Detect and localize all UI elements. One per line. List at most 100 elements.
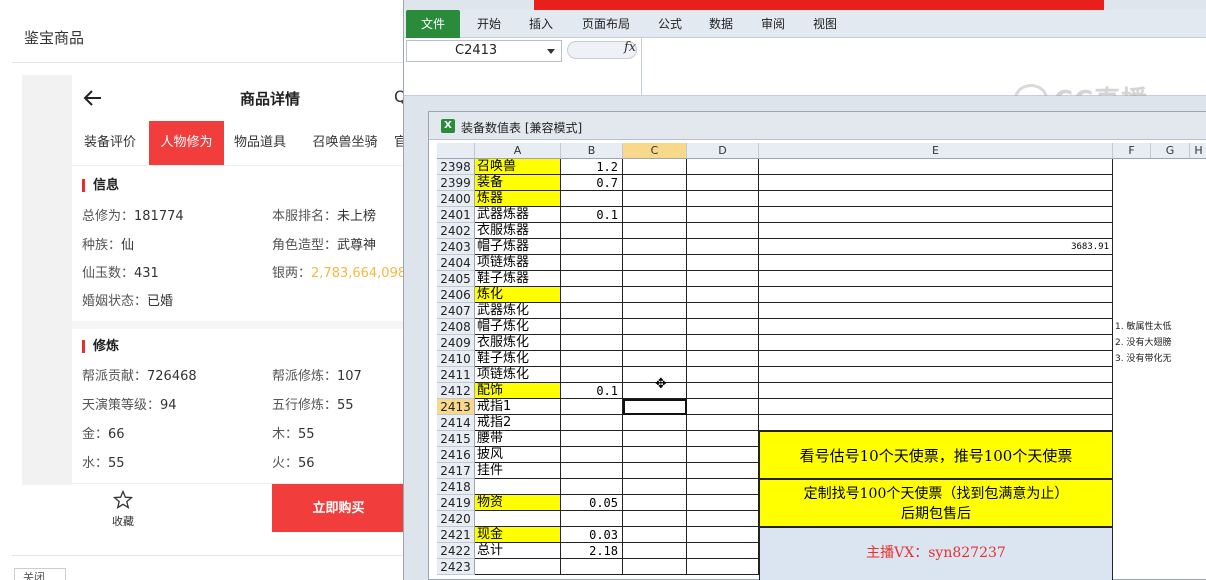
cell-d[interactable] (687, 319, 759, 335)
cell-e[interactable] (759, 287, 1113, 303)
row-header[interactable]: 2407 (437, 303, 475, 319)
column-header-a[interactable]: A (475, 143, 561, 159)
cell-c[interactable] (623, 431, 687, 447)
ribbon-tab-formulas[interactable]: 公式 (658, 10, 682, 38)
cell-c[interactable] (623, 303, 687, 319)
cell-b[interactable] (561, 367, 623, 383)
cell-d[interactable] (687, 255, 759, 271)
fx-icon[interactable]: fx (624, 40, 636, 55)
cell-b[interactable] (561, 223, 623, 239)
cell-b[interactable] (561, 351, 623, 367)
cell-a[interactable]: 召唤兽 (475, 159, 561, 175)
cell-c[interactable] (623, 191, 687, 207)
cell-a[interactable]: 帽子炼化 (475, 319, 561, 335)
cell-a[interactable]: 戒指2 (475, 415, 561, 431)
cell-b[interactable]: 2.18 (561, 543, 623, 559)
cell-a[interactable]: 炼器 (475, 191, 561, 207)
cell-c[interactable] (623, 239, 687, 255)
cell-c[interactable] (623, 271, 687, 287)
cell-e[interactable] (759, 367, 1113, 383)
cell-d[interactable] (687, 335, 759, 351)
cell-d[interactable] (687, 159, 759, 175)
cell-d[interactable] (687, 367, 759, 383)
cell-d[interactable] (687, 223, 759, 239)
cell-a[interactable]: 总计 (475, 543, 561, 559)
cell-a[interactable]: 腰带 (475, 431, 561, 447)
name-box[interactable]: C2413 (406, 40, 562, 62)
row-header[interactable]: 2400 (437, 191, 475, 207)
cell-a[interactable]: 武器炼器 (475, 207, 561, 223)
cell-c[interactable] (623, 447, 687, 463)
row-header[interactable]: 2411 (437, 367, 475, 383)
cell-a[interactable]: 装备 (475, 175, 561, 191)
cell-a[interactable]: 项链炼化 (475, 367, 561, 383)
cell-d[interactable] (687, 495, 759, 511)
row-header[interactable]: 2401 (437, 207, 475, 223)
cell-f-note[interactable]: 2. 没有大翅膀 (1115, 335, 1171, 351)
cell-c[interactable] (623, 351, 687, 367)
row-header[interactable]: 2404 (437, 255, 475, 271)
cell-f-note[interactable]: 3. 没有带化无 (1115, 351, 1171, 367)
cell-b[interactable]: 1.2 (561, 159, 623, 175)
cell-e[interactable] (759, 399, 1113, 415)
cell-b[interactable] (561, 239, 623, 255)
ribbon-tab-page-layout[interactable]: 页面布局 (582, 10, 630, 38)
cell-c[interactable] (623, 415, 687, 431)
cell-b[interactable] (561, 271, 623, 287)
cell-b[interactable] (561, 335, 623, 351)
cell-d[interactable] (687, 239, 759, 255)
cell-b[interactable] (561, 511, 623, 527)
select-all-corner[interactable] (437, 143, 475, 159)
row-header[interactable]: 2418 (437, 479, 475, 495)
cell-d[interactable] (687, 463, 759, 479)
cell-d[interactable] (687, 271, 759, 287)
column-header-c[interactable]: C (623, 143, 687, 159)
ribbon-tab-view[interactable]: 视图 (813, 10, 837, 38)
cell-a[interactable]: 戒指1 (475, 399, 561, 415)
cell-d[interactable] (687, 415, 759, 431)
cell-b[interactable] (561, 447, 623, 463)
cell-c[interactable] (623, 159, 687, 175)
row-header[interactable]: 2398 (437, 159, 475, 175)
cell-c[interactable] (623, 559, 687, 575)
row-header[interactable]: 2402 (437, 223, 475, 239)
cell-a[interactable]: 帽子炼器 (475, 239, 561, 255)
spreadsheet-grid[interactable]: A B C D E F G H 2398 召唤兽 1.2 2399 装备 0.7 2400 炼… (437, 143, 1206, 580)
cell-b[interactable]: 0.03 (561, 527, 623, 543)
row-header[interactable]: 2403 (437, 239, 475, 255)
cell-a[interactable]: 鞋子炼器 (475, 271, 561, 287)
cell-d[interactable] (687, 559, 759, 575)
cell-e[interactable] (759, 351, 1113, 367)
cell-c[interactable] (623, 175, 687, 191)
tab-summon-mounts[interactable]: 召唤兽坐骑 (300, 121, 390, 165)
cell-d[interactable] (687, 479, 759, 495)
cell-a[interactable]: 炼化 (475, 287, 561, 303)
cell-e[interactable] (759, 255, 1113, 271)
cell-e[interactable] (759, 191, 1113, 207)
cell-c[interactable] (623, 463, 687, 479)
cell-c[interactable] (623, 543, 687, 559)
cell-e[interactable] (759, 383, 1113, 399)
tab-items-props[interactable]: 物品道具 (224, 121, 296, 165)
cell-c[interactable] (623, 495, 687, 511)
column-header-e[interactable]: E (759, 143, 1113, 159)
cell-a[interactable]: 物资 (475, 495, 561, 511)
row-header[interactable]: 2409 (437, 335, 475, 351)
cell-e[interactable] (759, 223, 1113, 239)
cell-d[interactable] (687, 191, 759, 207)
row-header[interactable]: 2419 (437, 495, 475, 511)
cell-b[interactable] (561, 287, 623, 303)
row-header[interactable]: 2423 (437, 559, 475, 575)
cell-b[interactable] (561, 463, 623, 479)
row-header[interactable]: 2417 (437, 463, 475, 479)
cell-a[interactable]: 衣服炼器 (475, 223, 561, 239)
cell-c[interactable] (623, 511, 687, 527)
row-header[interactable]: 2399 (437, 175, 475, 191)
cell-e[interactable] (759, 159, 1113, 175)
cell-c[interactable] (623, 207, 687, 223)
close-button[interactable]: 关闭 (14, 568, 66, 580)
cell-a[interactable]: 项链炼器 (475, 255, 561, 271)
row-header[interactable]: 2416 (437, 447, 475, 463)
ribbon-tab-home[interactable]: 开始 (477, 10, 501, 38)
cell-b[interactable] (561, 191, 623, 207)
